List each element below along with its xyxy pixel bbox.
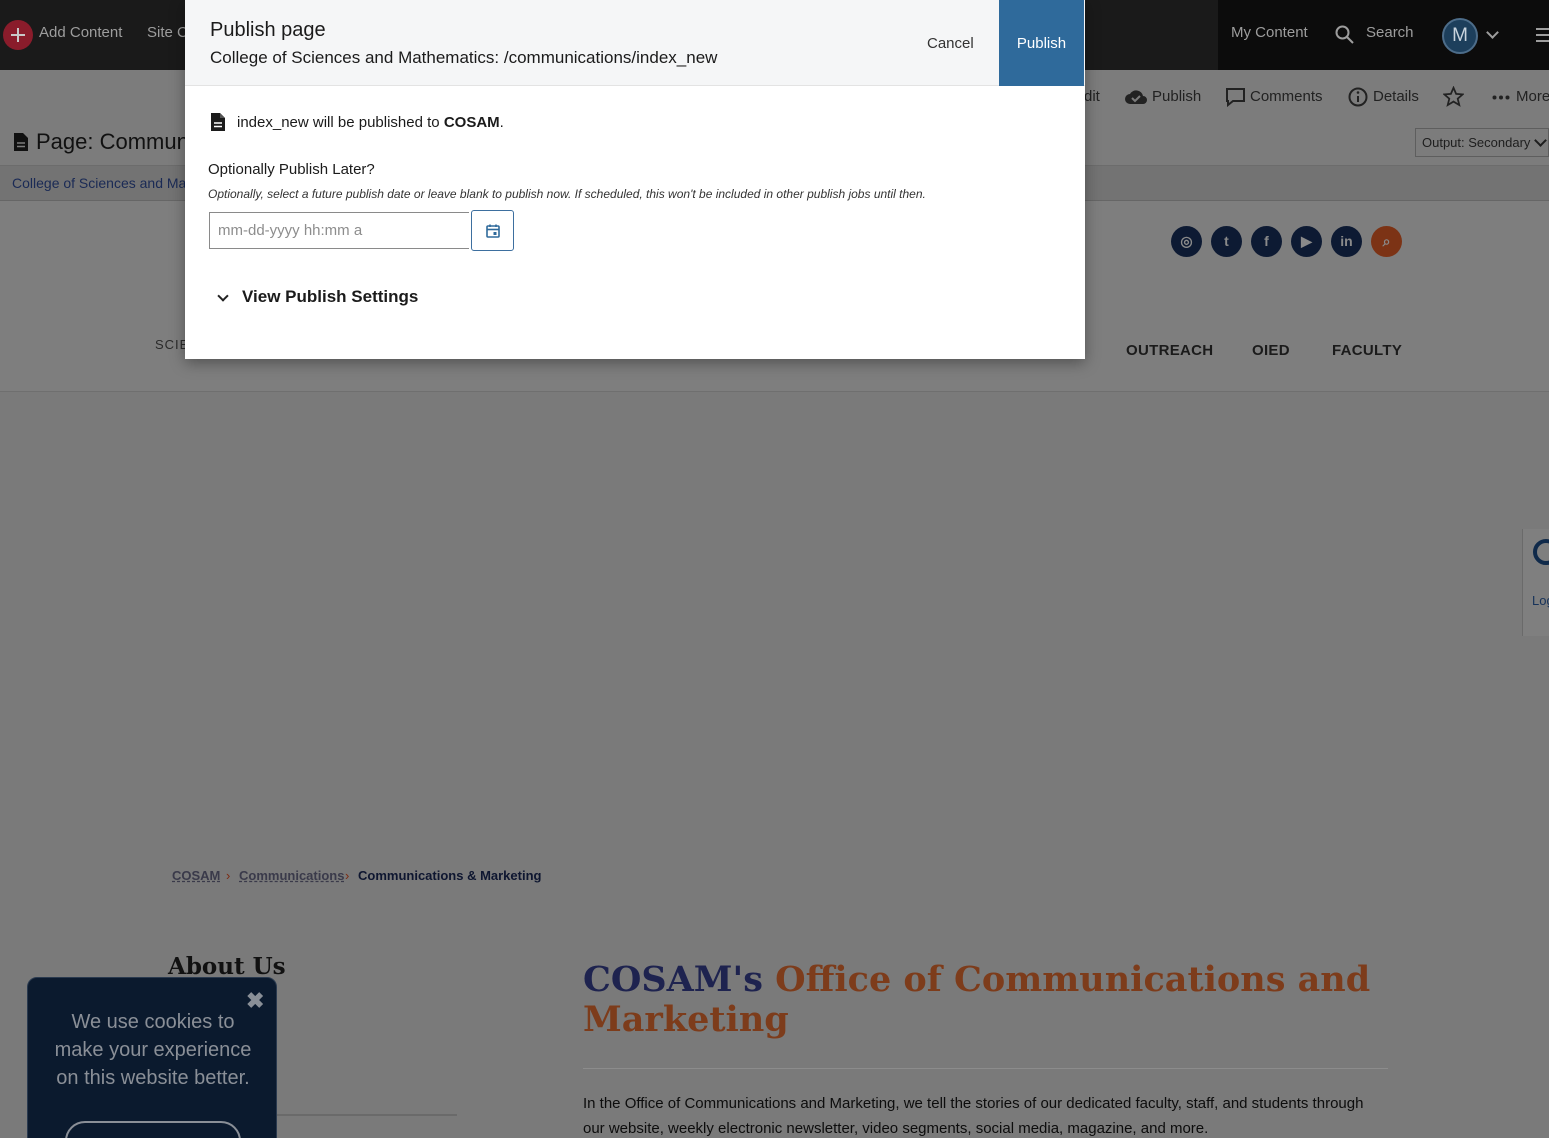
nav-item-oied[interactable]: OIED [1252,342,1290,359]
view-publish-settings-label: View Publish Settings [242,287,419,306]
calendar-icon [485,224,500,238]
sidebar-heading: About Us [168,953,286,980]
dialog-subtitle: College of Sciences and Mathematics: /co… [210,48,718,67]
site-content-button[interactable]: Site C [147,24,188,41]
widget-login-link[interactable]: Log [1532,593,1549,608]
dialog-header: Publish page College of Sciences and Mat… [185,0,1085,86]
twitter-icon[interactable]: t [1211,226,1242,257]
heading-divider [583,1068,1388,1069]
breadcrumb-home[interactable]: COSAM [172,868,220,883]
publish-later-help: Optionally, select a future publish date… [208,187,926,201]
publish-toolbar-button[interactable]: Publish [1152,88,1201,105]
publish-destination-info: index_new will be published to COSAM. [210,112,504,132]
dialog-title: Publish page [210,19,326,41]
publish-later-label: Optionally Publish Later? [208,161,375,178]
info-icon [1348,87,1368,107]
search-button[interactable]: Search [1366,24,1414,41]
youtube-icon[interactable]: ▶ [1291,226,1322,257]
instagram-icon[interactable]: ◎ [1171,226,1202,257]
cookie-message: We use cookies to make your experience o… [54,1011,252,1089]
document-icon [211,113,225,131]
chevron-down-icon [217,290,229,302]
page-title: Page: Communi [36,129,194,154]
my-content-button[interactable]: My Content [1231,24,1308,41]
page-heading-prefix: COSAM's [583,959,763,1000]
cancel-button[interactable]: Cancel [921,26,980,60]
details-button[interactable]: Details [1373,88,1419,105]
star-icon[interactable] [1443,86,1464,107]
output-select-value: Output: Secondary [1422,135,1531,150]
publish-date-input[interactable] [209,212,469,249]
info-page-name: index_new [237,113,309,131]
publish-dialog: Publish page College of Sciences and Mat… [185,0,1085,359]
site-search-icon[interactable]: ⌕ [1371,226,1402,257]
edit-button[interactable]: dit [1084,88,1100,105]
more-button[interactable]: More [1516,88,1549,105]
breadcrumb-separator-icon: › [345,868,350,883]
add-content-icon[interactable] [3,20,33,50]
asset-breadcrumb[interactable]: College of Sciences and Ma [12,175,186,191]
add-content-button[interactable]: Add Content [39,24,122,41]
more-icon [1492,95,1510,100]
breadcrumb-current: Communications & Marketing [358,868,542,883]
calendar-button[interactable] [471,210,514,251]
nav-item-faculty[interactable]: FACULTY [1332,342,1402,359]
info-period: . [499,113,504,131]
publish-button[interactable]: Publish [999,0,1084,86]
info-middle-text: will be published to [312,113,440,131]
breadcrumb-section[interactable]: Communications [239,868,344,883]
cloud-check-icon [1125,90,1147,104]
page-heading: COSAM's Office of Communications and Mar… [583,960,1403,1040]
facebook-icon[interactable]: f [1251,226,1282,257]
view-publish-settings-toggle[interactable]: View Publish Settings [217,287,419,307]
linkedin-icon[interactable]: in [1331,226,1362,257]
intro-paragraph: In the Office of Communications and Mark… [583,1095,1364,1137]
comments-button[interactable]: Comments [1250,88,1323,105]
nav-item-outreach[interactable]: OUTREACH [1126,342,1213,359]
info-destination: COSAM [443,113,500,131]
menu-icon[interactable] [1536,28,1549,42]
chevron-down-icon [1534,134,1547,147]
breadcrumb-separator-icon: › [226,868,231,883]
cookie-banner: ✖ We use cookies to make your experience… [27,977,277,1138]
output-select[interactable]: Output: Secondary [1415,128,1549,157]
document-icon [14,133,28,151]
avatar[interactable]: M [1442,18,1478,54]
search-icon[interactable] [1335,25,1354,44]
comments-icon [1226,88,1245,107]
cookie-accept-button[interactable] [65,1121,241,1138]
